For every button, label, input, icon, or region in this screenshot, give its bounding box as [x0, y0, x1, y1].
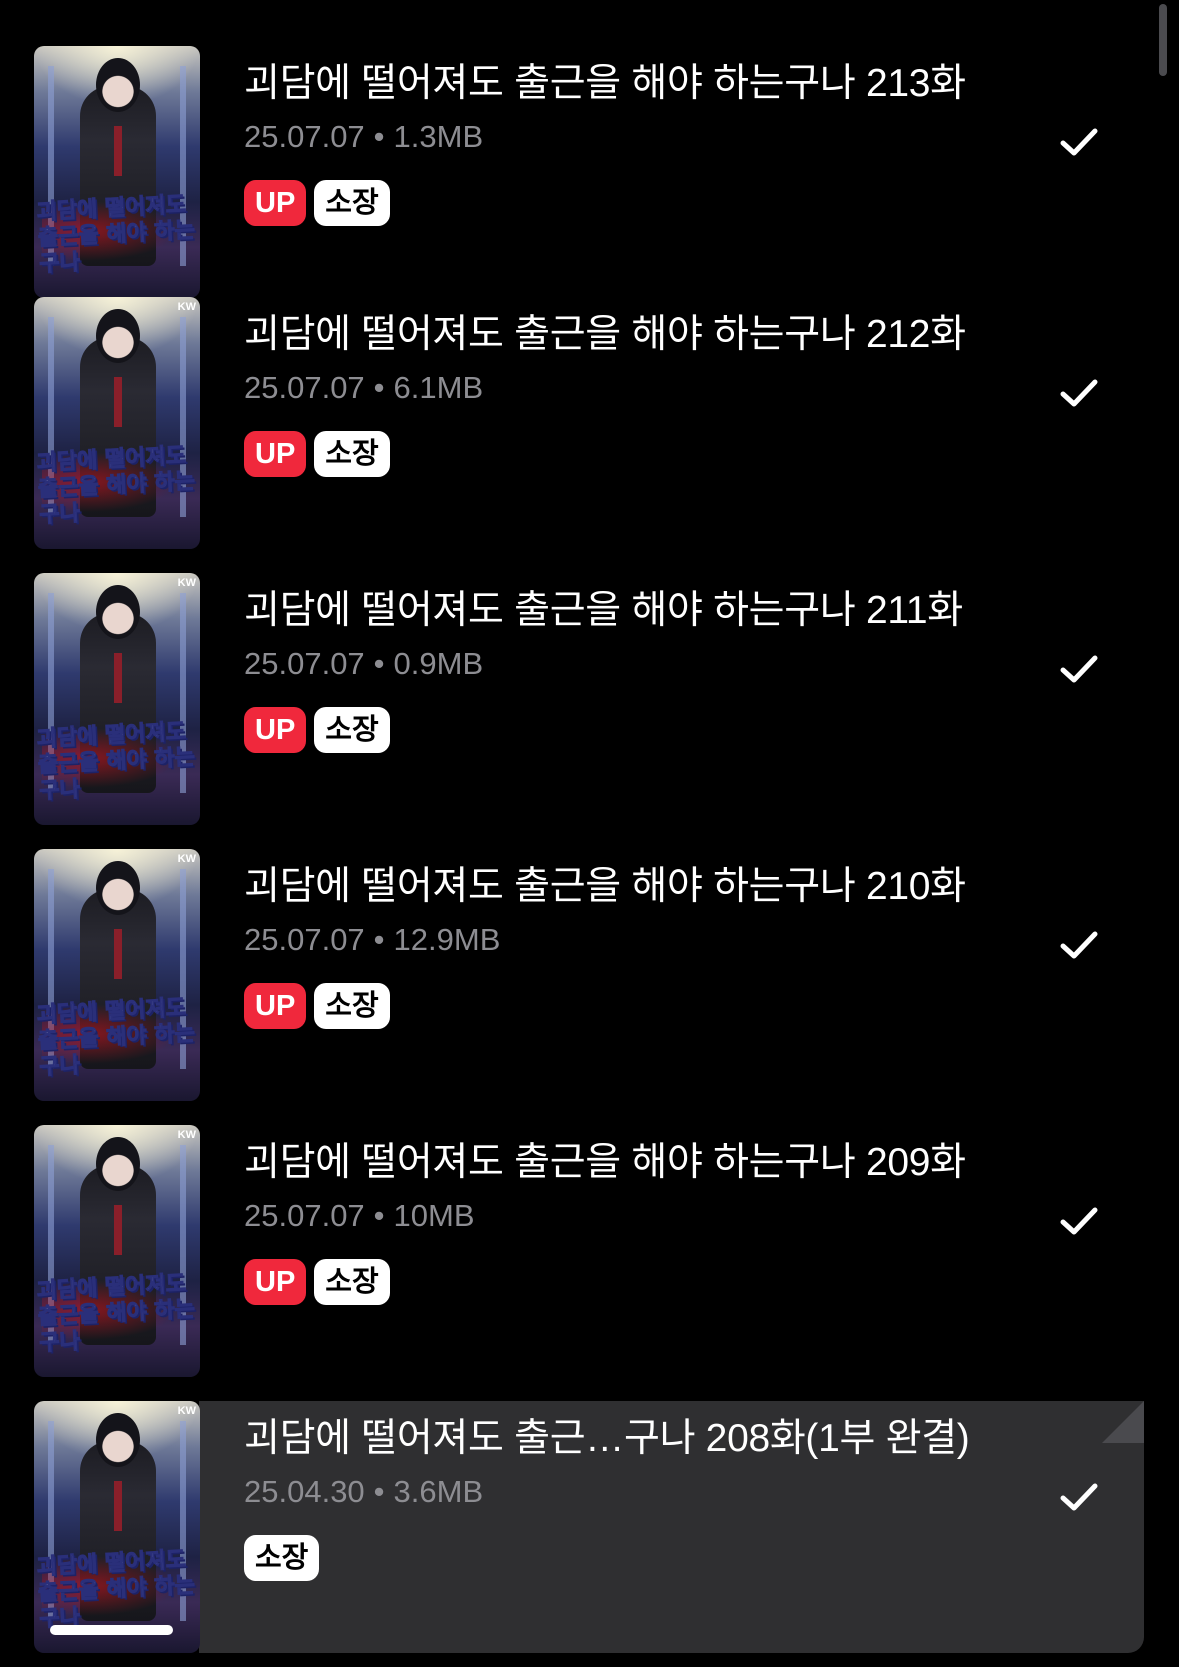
- scrollbar[interactable]: [1159, 4, 1167, 76]
- cover-title: 괴담에 떨어져도 출근을 해야 하는구나: [36, 995, 196, 1081]
- episode-title: 괴담에 떨어져도 출근을 해야 하는구나 209화: [244, 1141, 966, 1184]
- episode-title: 괴담에 떨어져도 출근을 해야 하는구나 210화: [244, 865, 966, 908]
- checkmark-icon[interactable]: [1059, 925, 1099, 965]
- episode-row[interactable]: 괴담에 떨어져도 출근을 해야 하는구나 KW 괴담에 떨어져도 출근을 해야 …: [34, 1125, 1144, 1377]
- read-progress-bar: [50, 1625, 173, 1635]
- episode-meta: 25.07.07 • 1.3MB: [244, 118, 483, 156]
- episode-row-selected[interactable]: 괴담에 떨어져도 출근을 해야 하는구나 KW 괴담에 떨어져도 출근…구나 2…: [34, 1401, 1144, 1653]
- up-badge: UP: [244, 707, 307, 753]
- episode-thumbnail: 괴담에 떨어져도 출근을 해야 하는구나 KW: [34, 849, 200, 1101]
- episode-badges: UP 소장: [244, 983, 390, 1029]
- episode-thumbnail: 괴담에 떨어져도 출근을 해야 하는구나: [34, 46, 200, 298]
- episode-badges: UP 소장: [244, 431, 390, 477]
- episode-thumbnail: 괴담에 떨어져도 출근을 해야 하는구나 KW: [34, 297, 200, 549]
- meta-separator: •: [373, 1474, 385, 1509]
- episode-meta: 25.07.07 • 6.1MB: [244, 369, 483, 407]
- owned-badge: 소장: [314, 707, 390, 753]
- publisher-mark: KW: [177, 301, 196, 313]
- episode-thumbnail: 괴담에 떨어져도 출근을 해야 하는구나 KW: [34, 573, 200, 825]
- cover-title: 괴담에 떨어져도 출근을 해야 하는구나: [36, 192, 196, 278]
- owned-badge: 소장: [314, 983, 390, 1029]
- meta-separator: •: [373, 119, 385, 154]
- up-badge: UP: [244, 431, 307, 477]
- cover-title: 괴담에 떨어져도 출근을 해야 하는구나: [36, 443, 196, 529]
- episode-size: 1.3MB: [393, 119, 484, 154]
- checkmark-icon[interactable]: [1059, 122, 1099, 162]
- episode-row[interactable]: 괴담에 떨어져도 출근을 해야 하는구나 KW 괴담에 떨어져도 출근을 해야 …: [34, 297, 1144, 549]
- checkmark-icon[interactable]: [1059, 373, 1099, 413]
- checkmark-icon[interactable]: [1059, 1201, 1099, 1241]
- episode-badges: 소장: [244, 1535, 320, 1581]
- up-badge: UP: [244, 1259, 307, 1305]
- owned-badge: 소장: [244, 1535, 320, 1581]
- episode-size: 6.1MB: [393, 370, 484, 405]
- episode-badges: UP 소장: [244, 180, 390, 226]
- episode-title: 괴담에 떨어져도 출근을 해야 하는구나 211화: [244, 589, 963, 632]
- episode-row[interactable]: 괴담에 떨어져도 출근을 해야 하는구나 KW 괴담에 떨어져도 출근을 해야 …: [34, 849, 1144, 1101]
- episode-list: 괴담에 떨어져도 출근을 해야 하는구나 괴담에 떨어져도 출근을 해야 하는구…: [0, 0, 1179, 1667]
- episode-badges: UP 소장: [244, 707, 390, 753]
- cover-title: 괴담에 떨어져도 출근을 해야 하는구나: [36, 1271, 196, 1357]
- episode-title: 괴담에 떨어져도 출근을 해야 하는구나 212화: [244, 313, 966, 356]
- episode-size: 3.6MB: [393, 1474, 484, 1509]
- episode-meta: 25.07.07 • 10MB: [244, 1197, 475, 1235]
- up-badge: UP: [244, 180, 307, 226]
- publisher-mark: KW: [177, 1129, 196, 1141]
- episode-size: 10MB: [393, 1198, 475, 1233]
- episode-date: 25.07.07: [244, 119, 365, 154]
- episode-size: 12.9MB: [393, 922, 501, 957]
- episode-size: 0.9MB: [393, 646, 484, 681]
- meta-separator: •: [373, 646, 385, 681]
- episode-thumbnail: 괴담에 떨어져도 출근을 해야 하는구나 KW: [34, 1401, 200, 1653]
- episode-meta: 25.07.07 • 12.9MB: [244, 921, 500, 959]
- episode-thumbnail: 괴담에 떨어져도 출근을 해야 하는구나 KW: [34, 1125, 200, 1377]
- episode-date: 25.07.07: [244, 646, 365, 681]
- episode-meta: 25.07.07 • 0.9MB: [244, 645, 483, 683]
- cover-title: 괴담에 떨어져도 출근을 해야 하는구나: [36, 1547, 196, 1633]
- owned-badge: 소장: [314, 1259, 390, 1305]
- owned-badge: 소장: [314, 431, 390, 477]
- meta-separator: •: [373, 922, 385, 957]
- owned-badge: 소장: [314, 180, 390, 226]
- checkmark-icon[interactable]: [1059, 1477, 1099, 1517]
- episode-title: 괴담에 떨어져도 출근…구나 208화(1부 완결): [244, 1417, 970, 1460]
- episode-date: 25.07.07: [244, 370, 365, 405]
- episode-date: 25.04.30: [244, 1474, 365, 1509]
- cover-title: 괴담에 떨어져도 출근을 해야 하는구나: [36, 719, 196, 805]
- up-badge: UP: [244, 983, 307, 1029]
- episode-title: 괴담에 떨어져도 출근을 해야 하는구나 213화: [244, 62, 966, 105]
- meta-separator: •: [373, 1198, 385, 1233]
- publisher-mark: KW: [177, 1405, 196, 1417]
- episode-date: 25.07.07: [244, 922, 365, 957]
- publisher-mark: KW: [177, 577, 196, 589]
- episode-row[interactable]: 괴담에 떨어져도 출근을 해야 하는구나 KW 괴담에 떨어져도 출근을 해야 …: [34, 573, 1144, 825]
- episode-meta: 25.04.30 • 3.6MB: [244, 1473, 483, 1511]
- checkmark-icon[interactable]: [1059, 649, 1099, 689]
- episode-date: 25.07.07: [244, 1198, 365, 1233]
- publisher-mark: KW: [177, 853, 196, 865]
- episode-row[interactable]: 괴담에 떨어져도 출근을 해야 하는구나 괴담에 떨어져도 출근을 해야 하는구…: [34, 46, 1144, 298]
- episode-badges: UP 소장: [244, 1259, 390, 1305]
- meta-separator: •: [373, 370, 385, 405]
